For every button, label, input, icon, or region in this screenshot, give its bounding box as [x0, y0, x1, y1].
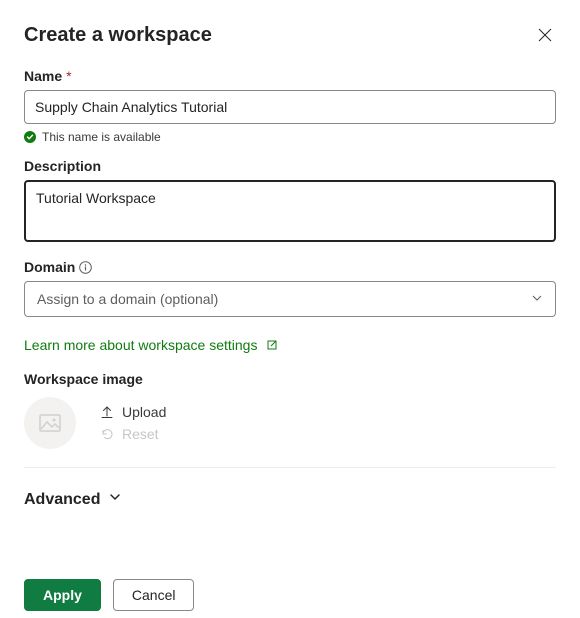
- chevron-down-icon: [108, 490, 122, 509]
- apply-button[interactable]: Apply: [24, 579, 101, 611]
- description-input[interactable]: [24, 180, 556, 242]
- dialog-header: Create a workspace: [24, 24, 556, 48]
- reset-button: Reset: [100, 426, 166, 442]
- workspace-image-row: Upload Reset: [24, 397, 556, 449]
- close-icon: [538, 28, 552, 42]
- workspace-image-actions: Upload Reset: [100, 404, 166, 442]
- image-icon: [37, 410, 63, 436]
- learn-more-text: Learn more about workspace settings: [24, 337, 257, 353]
- domain-label: Domain: [24, 259, 556, 275]
- name-label-text: Name: [24, 68, 62, 84]
- cancel-button[interactable]: Cancel: [113, 579, 195, 611]
- description-field: Description: [24, 158, 556, 245]
- required-asterisk: *: [66, 68, 71, 84]
- description-label: Description: [24, 158, 556, 174]
- workspace-image-placeholder: [24, 397, 76, 449]
- upload-button[interactable]: Upload: [100, 404, 166, 420]
- advanced-toggle[interactable]: Advanced: [24, 490, 122, 509]
- upload-icon: [100, 405, 114, 419]
- divider: [24, 467, 556, 468]
- domain-select[interactable]: Assign to a domain (optional): [24, 281, 556, 317]
- check-circle-icon: [24, 131, 36, 143]
- dialog-title: Create a workspace: [24, 24, 212, 47]
- external-link-icon: [265, 338, 279, 352]
- domain-field: Domain Assign to a domain (optional): [24, 259, 556, 317]
- name-field: Name * This name is available: [24, 68, 556, 144]
- domain-label-text: Domain: [24, 259, 75, 275]
- chevron-down-icon: [531, 291, 543, 307]
- reset-label: Reset: [122, 426, 159, 442]
- close-button[interactable]: [534, 24, 556, 48]
- name-availability-text: This name is available: [42, 130, 161, 144]
- dialog-footer: Apply Cancel: [24, 579, 556, 611]
- learn-more-link[interactable]: Learn more about workspace settings: [24, 337, 279, 353]
- name-availability-row: This name is available: [24, 130, 556, 144]
- name-input[interactable]: [24, 90, 556, 124]
- advanced-label: Advanced: [24, 491, 100, 509]
- workspace-image-label: Workspace image: [24, 371, 556, 387]
- domain-select-value: Assign to a domain (optional): [37, 291, 218, 307]
- undo-icon: [100, 427, 114, 441]
- name-label: Name *: [24, 68, 556, 84]
- info-icon: [79, 261, 92, 274]
- upload-label: Upload: [122, 404, 166, 420]
